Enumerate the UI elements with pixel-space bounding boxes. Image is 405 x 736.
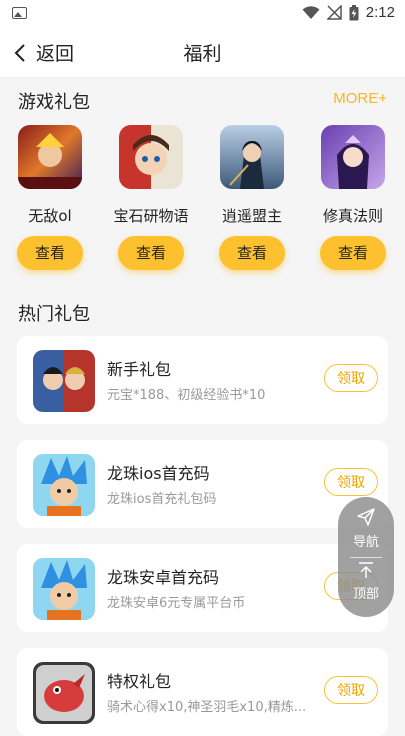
gift-title: 龙珠ios首充码 xyxy=(107,464,210,483)
game-name: 无敌ol xyxy=(28,207,72,225)
no-signal-icon xyxy=(326,5,342,20)
gift-icon xyxy=(33,558,95,620)
battery-charging-icon xyxy=(349,4,359,20)
gift-card[interactable]: 新手礼包 元宝*188、初级经验书*10 领取 xyxy=(17,336,388,424)
gift-title: 新手礼包 xyxy=(107,360,172,379)
gift-description: 元宝*188、初级经验书*10 xyxy=(107,388,266,403)
top-label: 顶部 xyxy=(352,587,379,602)
claim-button[interactable]: 领取 xyxy=(324,364,378,392)
game-icon xyxy=(18,125,82,189)
back-to-top-button[interactable]: 顶部 xyxy=(338,561,394,602)
game-name: 修真法则 xyxy=(322,207,383,225)
gift-icon xyxy=(33,662,95,724)
game-name: 宝石研物语 xyxy=(113,207,189,225)
nav-label: 导航 xyxy=(352,535,379,550)
view-button[interactable]: 查看 xyxy=(320,236,386,270)
game-gifts-title: 游戏礼包 xyxy=(18,92,90,113)
more-link[interactable]: MORE+ xyxy=(333,90,387,107)
gift-card[interactable]: 龙珠安卓首充码 龙珠安卓6元专属平台币 领取 xyxy=(17,544,388,632)
claim-button[interactable]: 领取 xyxy=(324,468,378,496)
gift-icon xyxy=(33,350,95,412)
gift-card[interactable]: 龙珠ios首充码 龙珠ios首充礼包码 领取 xyxy=(17,440,388,528)
game-item[interactable]: 逍遥盟主 查看 xyxy=(212,125,292,270)
gift-title: 特权礼包 xyxy=(107,672,172,691)
game-icon xyxy=(119,125,183,189)
game-item[interactable]: 宝石研物语 查看 xyxy=(111,125,191,270)
game-icon xyxy=(220,125,284,189)
divider xyxy=(350,557,382,558)
view-button[interactable]: 查看 xyxy=(219,236,285,270)
gift-icon xyxy=(33,454,95,516)
game-name: 逍遥盟主 xyxy=(221,207,282,225)
gift-description: 龙珠安卓6元专属平台币 xyxy=(107,596,246,611)
floating-menu: 导航 顶部 xyxy=(338,497,394,617)
paper-plane-icon xyxy=(357,508,375,526)
page-title: 福利 xyxy=(183,43,222,65)
nav-button[interactable]: 导航 xyxy=(338,507,394,550)
top-bar: 返回 福利 xyxy=(0,27,405,78)
wifi-icon xyxy=(302,5,320,19)
game-icon xyxy=(321,125,385,189)
view-button[interactable]: 查看 xyxy=(118,236,184,270)
arrow-up-icon xyxy=(359,562,373,578)
claim-button[interactable]: 领取 xyxy=(324,676,378,704)
game-item[interactable]: 无敌ol 查看 xyxy=(10,125,90,270)
gift-card[interactable]: 特权礼包 骑术心得x10,神圣羽毛x10,精炼... 领取 xyxy=(17,648,388,736)
game-item[interactable]: 修真法则 查看 xyxy=(313,125,393,270)
clock: 2:12 xyxy=(365,4,395,21)
photo-notification-icon xyxy=(12,7,27,19)
hot-gifts-title: 热门礼包 xyxy=(18,304,90,325)
view-button[interactable]: 查看 xyxy=(17,236,83,270)
gift-description: 龙珠ios首充礼包码 xyxy=(107,492,217,507)
status-bar: 2:12 xyxy=(0,0,405,27)
gift-title: 龙珠安卓首充码 xyxy=(107,568,220,587)
gift-description: 骑术心得x10,神圣羽毛x10,精炼... xyxy=(107,700,307,715)
